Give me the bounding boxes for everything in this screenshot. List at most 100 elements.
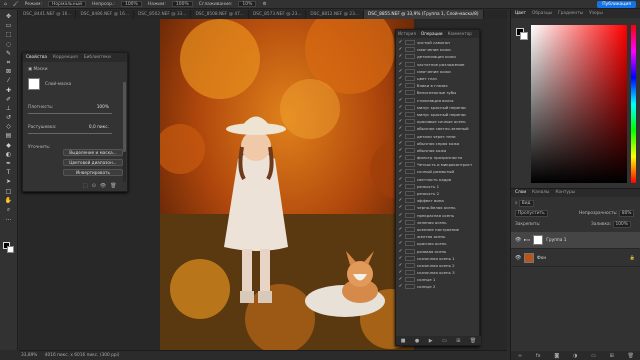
background-color-swatch[interactable] <box>7 246 14 253</box>
action-item[interactable]: ✓ Четкость и микроконтраст <box>396 161 481 168</box>
action-item[interactable]: ✓ сказочная осень 2 <box>396 262 481 269</box>
action-item[interactable]: ✓ белоснежные зубы <box>396 89 481 96</box>
action-item[interactable]: ✓ обычная серая кожа <box>396 140 481 147</box>
checkmark-icon[interactable]: ✓ <box>396 147 405 154</box>
doc-tab[interactable]: DSC_8508.NEF @ 47... <box>191 10 249 19</box>
checkmark-icon[interactable]: ✓ <box>396 89 405 96</box>
action-item[interactable]: ✓ солнце 1 <box>396 276 481 283</box>
pen-tool-icon[interactable]: ✒ <box>3 159 15 168</box>
action-item[interactable]: ✓ сказочная осень 1 <box>396 255 481 262</box>
doc-tab[interactable]: DSC_8441.NEF @ 16... <box>19 10 77 19</box>
dialog-toggle[interactable] <box>405 183 415 189</box>
trash-icon[interactable]: 🗑 <box>628 353 634 359</box>
checkmark-icon[interactable]: ✓ <box>396 68 405 75</box>
checkmark-icon[interactable]: ✓ <box>396 125 405 132</box>
action-item[interactable]: ✓ желтая осень <box>396 233 481 240</box>
action-item[interactable]: ✓ красивые сочные осень <box>396 118 481 125</box>
action-item[interactable]: ✓ обычная кожа <box>396 147 481 154</box>
action-item[interactable]: ✓ резкость 1 <box>396 183 481 190</box>
record-icon[interactable]: ● <box>415 338 419 344</box>
dialog-toggle[interactable] <box>405 176 415 182</box>
layer-fill[interactable]: Заливка: 100% <box>591 221 631 228</box>
new-set-icon[interactable]: ▭ <box>442 338 447 344</box>
path-select-tool-icon[interactable]: ➤ <box>3 177 15 186</box>
action-item[interactable]: ✓ резкость 2 <box>396 190 481 197</box>
type-tool-icon[interactable]: T <box>3 168 15 177</box>
checkmark-icon[interactable]: ✓ <box>396 168 405 175</box>
dialog-toggle[interactable] <box>405 104 415 110</box>
action-item[interactable]: ✓ минус красный перенас <box>396 104 481 111</box>
checkmark-icon[interactable]: ✓ <box>396 133 405 140</box>
action-item[interactable]: ✓ красная осень <box>396 240 481 247</box>
crop-tool-icon[interactable]: ⌗ <box>3 58 15 67</box>
hue-slider[interactable] <box>631 25 636 183</box>
dialog-toggle[interactable] <box>405 226 415 232</box>
invert-button[interactable]: Инвертировать <box>63 169 123 176</box>
dialog-toggle[interactable] <box>405 212 415 218</box>
blend-mode-select[interactable]: Пропустить <box>515 210 548 217</box>
mask-thumbnail[interactable] <box>533 235 544 245</box>
color-field[interactable] <box>531 25 627 183</box>
checkmark-icon[interactable]: ✓ <box>396 140 405 147</box>
play-icon[interactable]: ▶ <box>429 338 433 344</box>
action-item[interactable]: ✓ черно-белая осень <box>396 204 481 211</box>
checkmark-icon[interactable]: ✓ <box>396 190 405 197</box>
eraser-tool-icon[interactable]: ◇ <box>3 122 15 131</box>
dialog-toggle[interactable] <box>405 68 415 74</box>
action-item[interactable]: ✓ розовая осень <box>396 247 481 254</box>
tab-adjustments[interactable]: Коррекция <box>53 53 78 62</box>
action-item[interactable]: ✓ эффект вина <box>396 197 481 204</box>
layer-row-group[interactable]: 👁 ▸▭ Группа 1 <box>511 232 640 249</box>
dialog-toggle[interactable] <box>405 270 415 276</box>
checkmark-icon[interactable]: ✓ <box>396 204 405 211</box>
doc-tab[interactable]: DSC_8502.NEF @ 33... <box>134 10 192 19</box>
link-icon[interactable]: ∞ <box>518 353 522 359</box>
brush-tool-icon[interactable]: 🖌 <box>13 2 19 7</box>
mask-action-icons[interactable]: ⬚⊙👁🗑 <box>83 183 121 189</box>
dialog-toggle[interactable] <box>405 119 415 125</box>
checkmark-icon[interactable]: ✓ <box>396 283 405 290</box>
stop-icon[interactable]: ■ <box>401 338 406 344</box>
action-item[interactable]: ✓ фильтр прозрачности <box>396 154 481 161</box>
action-item[interactable]: ✓ светлость кадра <box>396 176 481 183</box>
feather-slider[interactable] <box>28 133 112 134</box>
move-tool-icon[interactable]: ✥ <box>3 12 15 21</box>
checkmark-icon[interactable]: ✓ <box>396 262 405 269</box>
action-item[interactable]: ✓ солнце 2 <box>396 283 481 290</box>
lasso-tool-icon[interactable]: ◌ <box>3 40 15 49</box>
tab-actions[interactable]: Операции <box>421 30 443 38</box>
checkmark-icon[interactable]: ✓ <box>396 97 405 104</box>
dialog-toggle[interactable] <box>405 248 415 254</box>
hand-tool-icon[interactable]: ✋ <box>3 196 15 205</box>
dialog-toggle[interactable] <box>405 147 415 153</box>
checkmark-icon[interactable]: ✓ <box>396 75 405 82</box>
density-value[interactable]: 100% <box>97 105 109 110</box>
layer-row-background[interactable]: 👁 Фон 🔒 <box>511 250 640 267</box>
checkmark-icon[interactable]: ✓ <box>396 183 405 190</box>
tab-comments[interactable]: Комментар <box>448 30 472 38</box>
tab-color[interactable]: Цвет <box>515 10 526 18</box>
dialog-toggle[interactable] <box>405 76 415 82</box>
checkmark-icon[interactable]: ✓ <box>396 154 405 161</box>
checkmark-icon[interactable]: ✓ <box>396 226 405 233</box>
dialog-toggle[interactable] <box>405 277 415 283</box>
dialog-toggle[interactable] <box>405 205 415 211</box>
tab-properties[interactable]: Свойства <box>26 53 47 62</box>
gear-icon[interactable]: ⚙ <box>262 2 266 7</box>
dialog-toggle[interactable] <box>405 61 415 67</box>
marquee-tool-icon[interactable]: ⬚ <box>3 30 15 39</box>
dialog-toggle[interactable] <box>405 90 415 96</box>
doc-tab[interactable]: DSC_8573.NEF @ 23... <box>249 10 307 19</box>
brush-tool-icon[interactable]: ✐ <box>3 95 15 104</box>
tab-libraries[interactable]: Библиотеки <box>84 53 111 62</box>
tab-patterns[interactable]: Узоры <box>589 10 603 18</box>
layer-opacity[interactable]: Непрозрачность: 80% <box>579 210 635 217</box>
fx-icon[interactable]: fx <box>536 353 541 359</box>
checkmark-icon[interactable]: ✓ <box>396 104 405 111</box>
checkmark-icon[interactable]: ✓ <box>396 233 405 240</box>
publish-button[interactable]: Публикация <box>597 1 636 8</box>
checkmark-icon[interactable]: ✓ <box>396 53 405 60</box>
trash-icon[interactable]: 🗑 <box>470 338 476 344</box>
properties-scrollbar[interactable] <box>123 82 126 182</box>
checkmark-icon[interactable]: ✓ <box>396 61 405 68</box>
